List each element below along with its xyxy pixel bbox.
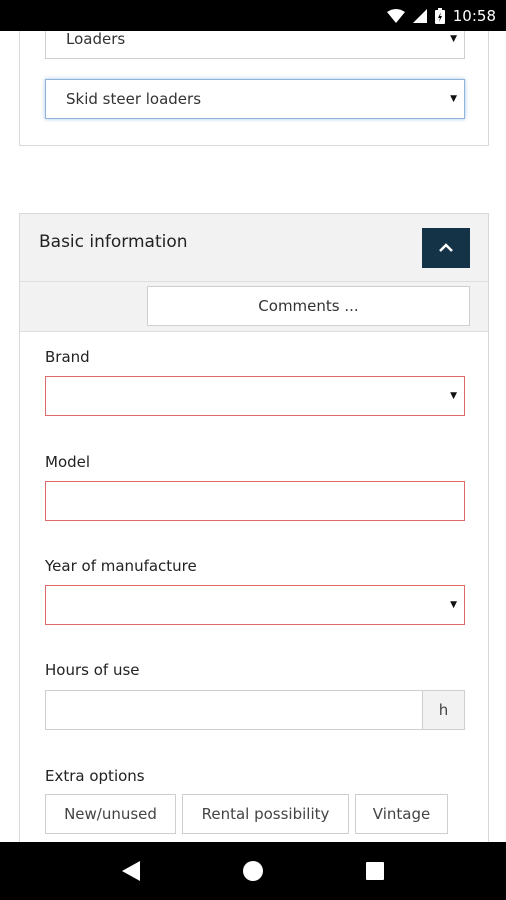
- status-bar: 10:58: [0, 0, 506, 31]
- card-header: Basic information: [20, 214, 488, 282]
- battery-icon: [434, 7, 445, 24]
- option-rental-possibility[interactable]: Rental possibility: [182, 794, 349, 834]
- option-new-unused[interactable]: New/unused: [45, 794, 176, 834]
- year-select[interactable]: ▼: [45, 585, 465, 625]
- category-level2-select[interactable]: Skid steer loaders ▼: [45, 79, 465, 119]
- brand-select[interactable]: ▼: [45, 376, 465, 416]
- back-button[interactable]: [111, 851, 151, 891]
- model-label: Model: [45, 453, 91, 471]
- hours-input[interactable]: h: [45, 690, 465, 730]
- extra-options-label: Extra options: [45, 767, 145, 785]
- dropdown-arrow-icon: ▼: [450, 94, 457, 104]
- navigation-bar: [0, 842, 506, 900]
- year-label: Year of manufacture: [45, 557, 197, 575]
- category-level2-value: Skid steer loaders: [66, 90, 202, 108]
- category-level1-value: Loaders: [66, 31, 126, 48]
- dropdown-arrow-icon: ▼: [450, 34, 457, 44]
- hours-unit: h: [422, 691, 464, 729]
- chevron-up-icon: [439, 243, 453, 252]
- category-card: Loaders ▼ Skid steer loaders ▼: [19, 31, 489, 146]
- clock: 10:58: [452, 6, 496, 25]
- wifi-icon: [386, 8, 405, 23]
- collapse-button[interactable]: [422, 228, 470, 268]
- model-input[interactable]: [45, 481, 465, 521]
- card-title: Basic information: [39, 232, 188, 252]
- option-vintage[interactable]: Vintage: [355, 794, 448, 834]
- comments-bar: Comments ...: [20, 282, 488, 332]
- home-circle-icon: [243, 861, 263, 881]
- dropdown-arrow-icon: ▼: [450, 391, 457, 401]
- home-button[interactable]: [233, 851, 273, 891]
- recents-button[interactable]: [355, 851, 395, 891]
- back-triangle-icon: [122, 861, 140, 881]
- category-level1-select[interactable]: Loaders ▼: [45, 31, 465, 59]
- signal-icon: [412, 8, 427, 23]
- hours-label: Hours of use: [45, 661, 140, 679]
- recents-square-icon: [366, 862, 384, 880]
- comments-button[interactable]: Comments ...: [147, 286, 470, 326]
- brand-label: Brand: [45, 348, 90, 366]
- basic-information-card: Basic information Comments ... Brand ▼ M…: [19, 213, 489, 842]
- form-scroll-area[interactable]: Loaders ▼ Skid steer loaders ▼ Basic inf…: [0, 31, 506, 842]
- dropdown-arrow-icon: ▼: [450, 600, 457, 610]
